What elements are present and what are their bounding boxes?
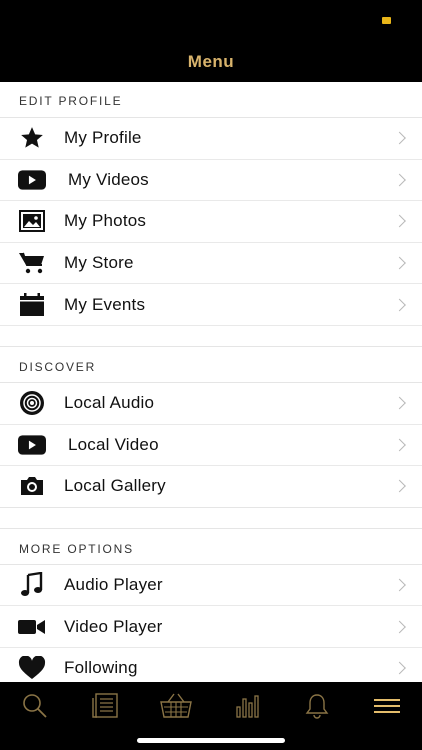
page-title: Menu [187, 52, 235, 71]
news-icon[interactable] [89, 692, 121, 720]
chevron-right-icon [393, 131, 406, 145]
section-header-edit-profile: EDIT PROFILE [0, 82, 422, 118]
menu-item-following[interactable]: Following [0, 648, 422, 682]
menu-item-label: My Profile [64, 128, 142, 148]
section-header-discover: DISCOVER [0, 345, 422, 383]
calendar-icon [18, 292, 46, 317]
menu-item-video-player[interactable]: Video Player [0, 606, 422, 648]
menu-item-label: Audio Player [64, 575, 163, 595]
photo-icon [18, 209, 46, 233]
menu-item-label: Following [64, 658, 138, 678]
menu-item-my-videos[interactable]: My Videos [0, 160, 422, 202]
menu-item-local-gallery[interactable]: Local Gallery [0, 466, 422, 508]
status-indicator-icon [382, 17, 391, 24]
chevron-right-icon [393, 661, 406, 675]
cart-icon [18, 251, 46, 275]
menu-item-label: Local Audio [64, 393, 155, 413]
play-button-icon [18, 168, 46, 192]
bell-icon[interactable] [301, 692, 333, 720]
top-bar: Menu [0, 0, 422, 82]
search-icon[interactable] [19, 692, 51, 720]
menu-item-my-events[interactable]: My Events [0, 284, 422, 326]
section-divider [0, 507, 422, 528]
home-indicator[interactable] [137, 738, 285, 743]
menu-icon[interactable] [371, 692, 403, 720]
menu-item-label: My Photos [64, 211, 147, 231]
section-divider [0, 325, 422, 346]
chevron-right-icon [393, 480, 406, 493]
menu-item-my-photos[interactable]: My Photos [0, 201, 422, 243]
chart-icon[interactable] [231, 692, 263, 720]
chevron-right-icon [393, 396, 406, 410]
video-camera-icon [18, 615, 46, 639]
chevron-right-icon [393, 215, 406, 228]
heart-icon [18, 656, 46, 680]
chevron-right-icon [393, 578, 406, 592]
chevron-right-icon [393, 438, 406, 452]
chevron-right-icon [393, 173, 406, 187]
play-button-icon [18, 433, 46, 457]
menu-item-audio-player[interactable]: Audio Player [0, 565, 422, 607]
menu-item-my-store[interactable]: My Store [0, 243, 422, 285]
menu-item-label: Video Player [64, 616, 163, 636]
menu-item-label: My Videos [68, 169, 149, 189]
chevron-right-icon [393, 620, 406, 634]
menu-item-label: My Store [64, 253, 134, 273]
camera-icon [18, 474, 46, 498]
menu-item-local-audio[interactable]: Local Audio [0, 383, 422, 425]
chevron-right-icon [393, 256, 406, 270]
menu-item-label: My Events [64, 294, 146, 314]
speaker-icon [18, 391, 46, 416]
menu-item-local-video[interactable]: Local Video [0, 425, 422, 467]
chevron-right-icon [393, 298, 406, 312]
menu-list: EDIT PROFILE My Profile My Videos My Pho… [0, 82, 422, 682]
basket-icon[interactable] [160, 692, 192, 720]
section-header-more-options: MORE OPTIONS [0, 527, 422, 565]
star-icon [18, 126, 46, 150]
music-note-icon [18, 572, 46, 597]
menu-item-my-profile[interactable]: My Profile [0, 118, 422, 160]
menu-item-label: Local Video [68, 434, 159, 454]
menu-item-label: Local Gallery [64, 476, 166, 496]
